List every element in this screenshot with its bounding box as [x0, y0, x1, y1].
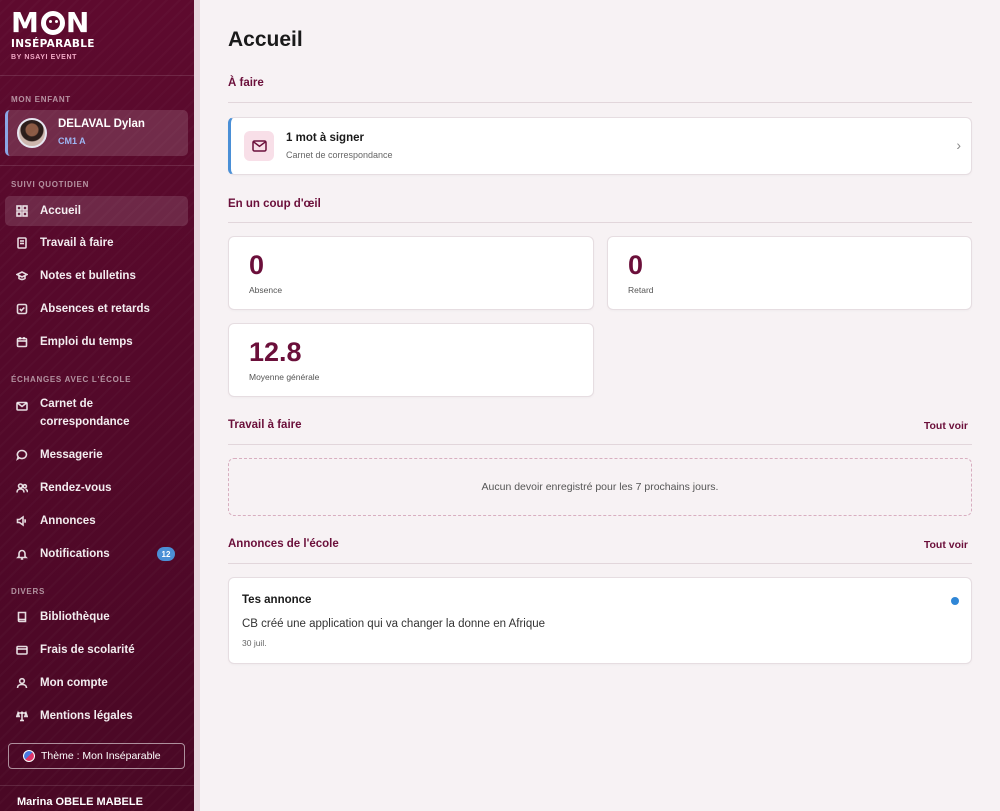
stat-card-moyenne[interactable]: 12.8 Moyenne générale: [228, 323, 594, 397]
calendar-icon: [16, 336, 40, 348]
sidebar-item-frais[interactable]: Frais de scolarité: [5, 635, 188, 665]
sidebar-item-label: Accueil: [40, 205, 81, 217]
sidebar-item-compte[interactable]: Mon compte: [5, 668, 188, 698]
theme-label: Thème : Mon Inséparable: [41, 750, 161, 762]
sidebar-item-mentions[interactable]: Mentions légales: [5, 701, 188, 731]
sidebar-item-carnet[interactable]: Carnet de correspondance: [5, 395, 188, 433]
logo-by-line: BY NSAYI EVENT: [11, 54, 77, 61]
announcement-title: Tes annonce: [242, 594, 312, 606]
sidebar-item-messagerie[interactable]: Messagerie: [5, 440, 188, 470]
divider: [0, 75, 194, 76]
child-avatar: [17, 118, 47, 148]
graduation-cap-icon: [16, 270, 40, 282]
book-icon: [16, 611, 40, 623]
user-icon: [16, 677, 40, 689]
megaphone-icon: [16, 515, 40, 527]
logo-subtitle: INSÉPARABLE: [11, 38, 95, 50]
section-heading-todo: À faire: [228, 77, 264, 89]
divider: [228, 102, 972, 103]
users-icon: [16, 482, 40, 494]
sidebar-item-label: Mon compte: [40, 677, 108, 689]
child-selector[interactable]: DELAVAL Dylan CM1 A: [5, 110, 188, 156]
homework-icon: [16, 237, 40, 249]
sidebar-item-label: Notes et bulletins: [40, 270, 136, 282]
sidebar-item-accueil[interactable]: Accueil: [5, 196, 188, 226]
sidebar-item-label: Bibliothèque: [40, 611, 110, 623]
section-heading-homework: Travail à faire: [228, 419, 302, 431]
section-heading-glance: En un coup d'œil: [228, 198, 321, 210]
logo-wordmark: MN: [11, 6, 91, 39]
announcement-card[interactable]: Tes annonce CB créé une application qui …: [228, 577, 972, 664]
todo-item-card[interactable]: 1 mot à signer Carnet de correspondance …: [228, 117, 972, 175]
sidebar-item-label: Rendez-vous: [40, 482, 112, 494]
announcement-text: CB créé une application qui va changer l…: [242, 618, 546, 630]
divider: [0, 785, 194, 786]
brand-logo[interactable]: MN INSÉPARABLE BY NSAYI EVENT: [11, 6, 95, 62]
stat-label: Absence: [249, 285, 283, 295]
todo-item-subtitle: Carnet de correspondance: [286, 150, 393, 160]
stat-card-retard[interactable]: 0 Retard: [607, 236, 972, 310]
section-label-child: MON ENFANT: [11, 95, 71, 104]
stat-label: Moyenne générale: [249, 372, 320, 382]
sidebar-item-notifications[interactable]: Notifications 12: [5, 539, 188, 569]
divider: [228, 222, 972, 223]
bell-icon: [16, 548, 40, 560]
sidebar-item-absences[interactable]: Absences et retards: [5, 294, 188, 324]
logo-face-icon: [40, 11, 65, 35]
sidebar-item-label: Mentions légales: [40, 710, 133, 722]
see-all-announcements-link[interactable]: Tout voir: [924, 539, 968, 551]
sidebar-item-label: Travail à faire: [40, 237, 114, 249]
stat-label: Retard: [628, 285, 654, 295]
divider: [228, 444, 972, 445]
mail-icon: [244, 131, 274, 161]
section-label-exchange: ÉCHANGES AVEC L'ÉCOLE: [11, 375, 132, 384]
section-label-daily: SUIVI QUOTIDIEN: [11, 180, 90, 189]
divider: [228, 563, 972, 564]
theme-swatch-icon: [23, 750, 35, 762]
dashboard-icon: [16, 205, 40, 217]
sidebar-item-label: Messagerie: [40, 449, 103, 461]
mail-icon: [16, 400, 40, 412]
sidebar-item-label: Notifications: [40, 548, 110, 560]
see-all-homework-link[interactable]: Tout voir: [924, 420, 968, 432]
checkbox-icon: [16, 303, 40, 315]
scale-icon: [16, 710, 40, 722]
sidebar-item-travail[interactable]: Travail à faire: [5, 228, 188, 258]
page-title: Accueil: [228, 28, 303, 51]
chat-icon: [16, 449, 40, 461]
child-name: DELAVAL Dylan: [58, 118, 145, 130]
sidebar-item-label: Annonces: [40, 515, 96, 527]
current-user-name[interactable]: Marina OBELE MABELE: [17, 796, 143, 808]
stat-card-absence[interactable]: 0 Absence: [228, 236, 594, 310]
announcement-date: 30 juil.: [242, 638, 267, 648]
divider: [0, 165, 194, 166]
main-content: Accueil À faire 1 mot à signer Carnet de…: [200, 0, 1000, 811]
sidebar: MN INSÉPARABLE BY NSAYI EVENT MON ENFANT…: [0, 0, 194, 811]
todo-item-title: 1 mot à signer: [286, 132, 364, 144]
sidebar-item-label: Carnet de correspondance: [40, 398, 130, 428]
sidebar-item-rendez-vous[interactable]: Rendez-vous: [5, 473, 188, 503]
unread-dot-icon: [951, 597, 959, 605]
theme-switch-button[interactable]: Thème : Mon Inséparable: [8, 743, 185, 769]
chevron-right-icon: ›: [956, 137, 961, 153]
homework-empty-state: Aucun devoir enregistré pour les 7 proch…: [228, 458, 972, 516]
child-class: CM1 A: [58, 136, 86, 146]
notification-count-badge: 12: [157, 547, 175, 561]
sidebar-item-emploi[interactable]: Emploi du temps: [5, 327, 188, 357]
sidebar-item-label: Emploi du temps: [40, 336, 133, 348]
sidebar-item-label: Absences et retards: [40, 303, 150, 315]
sidebar-item-bibliotheque[interactable]: Bibliothèque: [5, 602, 188, 632]
sidebar-item-label: Frais de scolarité: [40, 644, 135, 656]
sidebar-item-annonces[interactable]: Annonces: [5, 506, 188, 536]
stat-value: 0: [628, 250, 644, 280]
stat-value: 0: [249, 250, 265, 280]
section-label-misc: DIVERS: [11, 587, 45, 596]
sidebar-item-notes[interactable]: Notes et bulletins: [5, 261, 188, 291]
credit-card-icon: [16, 644, 40, 656]
section-heading-announcements: Annonces de l'école: [228, 538, 339, 550]
stat-value: 12.8: [249, 337, 302, 367]
